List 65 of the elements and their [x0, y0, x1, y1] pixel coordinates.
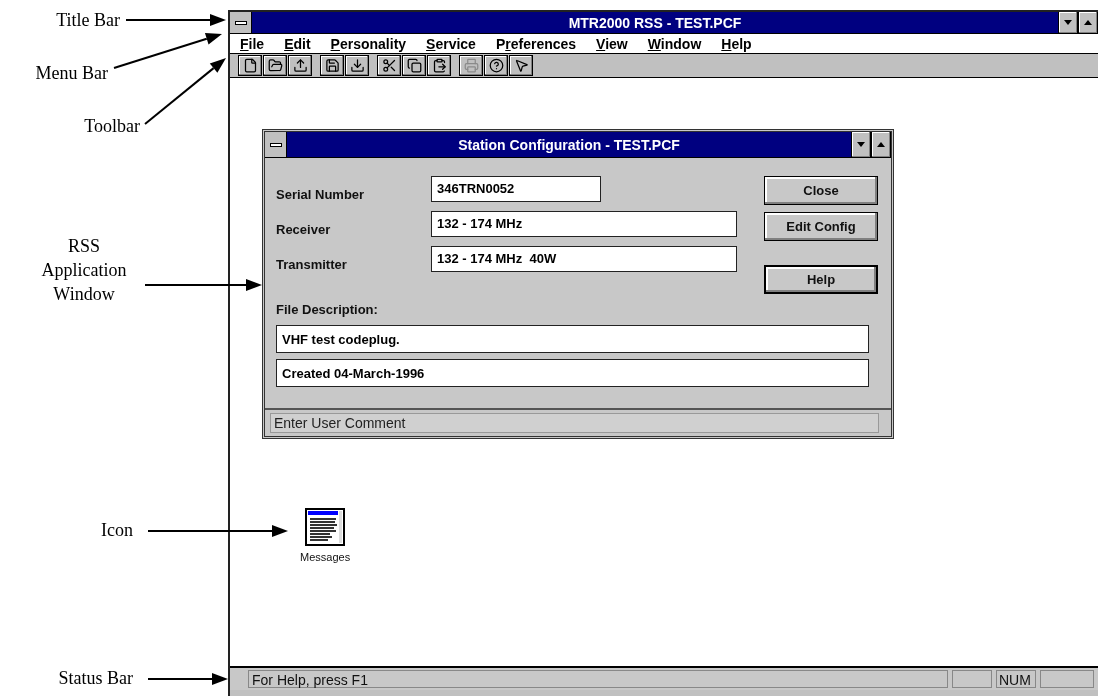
dialog-button[interactable]: Help [764, 265, 878, 294]
menu-item[interactable]: Help [721, 35, 752, 52]
menu-item[interactable]: File [240, 35, 265, 52]
toolbar-button[interactable] [377, 55, 401, 76]
field-label: Serial Number [276, 187, 366, 202]
description-field[interactable]: Created 04-March-1996 [276, 359, 869, 387]
down-triangle-icon [1064, 20, 1072, 25]
page-icon [242, 58, 258, 73]
dialog-title: Station Configuration - TEST.PCF [457, 135, 681, 155]
dialog-button[interactable]: Edit Config [764, 212, 878, 241]
document-window-icon[interactable] [305, 508, 346, 546]
printer-icon [463, 58, 479, 73]
toolbar-button[interactable] [263, 55, 287, 76]
pointer-icon [513, 58, 529, 73]
maximize-button[interactable] [871, 132, 891, 157]
status-message: For Help, press F1 [248, 670, 948, 688]
toolbar-button[interactable] [238, 55, 262, 76]
question-mark-icon [488, 58, 504, 73]
copy-icon [406, 58, 422, 73]
text-field[interactable]: 132 - 174 MHz [431, 211, 737, 237]
window-title: MTR2000 RSS - TEST.PCF [567, 13, 743, 33]
toolbar-button[interactable] [288, 55, 312, 76]
menu-item[interactable]: Preferences [495, 35, 577, 52]
text-field[interactable]: 132 - 174 MHz 40W [431, 246, 737, 272]
system-menu-button[interactable] [265, 132, 287, 157]
minimize-button[interactable] [1058, 12, 1078, 33]
folder-icon [267, 58, 283, 73]
status-indicator: NUM [996, 670, 1036, 688]
status-panel [1040, 670, 1094, 688]
field-label: Receiver [276, 222, 332, 237]
menu-item[interactable]: Window [647, 35, 702, 52]
status-panel [952, 670, 992, 688]
toolbar-button[interactable] [427, 55, 451, 76]
download-icon [349, 58, 365, 73]
menu-item[interactable]: Service [426, 35, 476, 52]
callout-label: Menu Bar [35, 62, 108, 85]
callout-label: Toolbar [84, 115, 140, 138]
text-field[interactable]: 346TRN0052 [431, 176, 601, 202]
toolbar-button[interactable] [484, 55, 508, 76]
upload-icon [292, 58, 308, 73]
icon-label: Messages [300, 551, 351, 563]
toolbar-button[interactable] [509, 55, 533, 76]
callout-label: Icon [101, 519, 133, 542]
maximize-button[interactable] [1078, 12, 1098, 33]
callout-label: Status Bar [58, 667, 133, 690]
field-label: Transmitter [276, 257, 348, 272]
down-triangle-icon [857, 142, 865, 147]
system-menu-button[interactable] [230, 12, 252, 33]
up-triangle-icon [877, 142, 885, 147]
dialog-button[interactable]: Close [764, 176, 878, 205]
toolbar-button[interactable] [345, 55, 369, 76]
toolbar-button[interactable] [320, 55, 344, 76]
menu-item[interactable]: View [596, 35, 628, 52]
dialog-status-text: Enter User Comment [270, 413, 879, 433]
callout-label: Title Bar [56, 9, 120, 32]
menu-item[interactable]: Personality [330, 35, 407, 52]
menu-item[interactable]: Edit [284, 35, 311, 52]
minimize-button[interactable] [851, 132, 871, 157]
clipboard-icon [431, 58, 447, 73]
scissors-icon [381, 58, 397, 73]
description-label: File Description: [276, 302, 379, 317]
callout-label: RSS Application Window [40, 235, 128, 306]
toolbar-button[interactable] [402, 55, 426, 76]
description-field[interactable]: VHF test codeplug. [276, 325, 869, 353]
up-triangle-icon [1084, 20, 1092, 25]
